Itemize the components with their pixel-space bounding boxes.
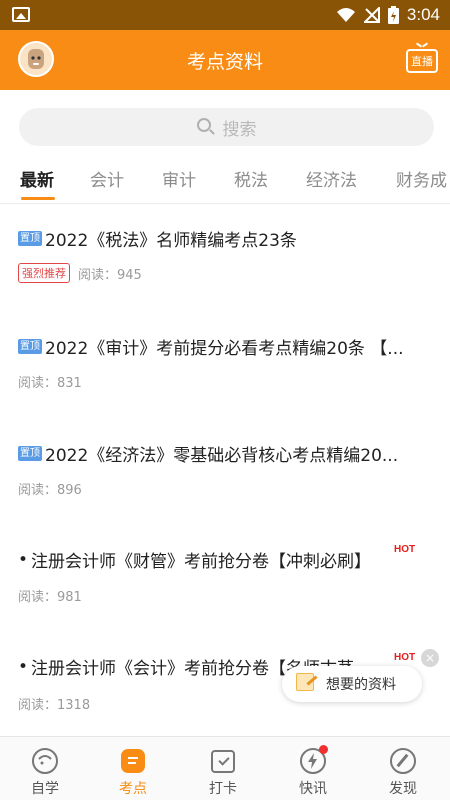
article-title-text: 2022《税法》名师精编考点23条	[45, 231, 297, 251]
hot-badge: HOT	[394, 544, 416, 555]
pin-badge: 置顶	[18, 339, 42, 354]
article-title-text: 2022《审计》考前提分必看考点精编20条 【...	[45, 339, 404, 359]
nav-label: 发现	[389, 781, 417, 797]
read-count: 阅读：981	[18, 590, 82, 605]
bottom-nav: 自学 考点 打卡 快讯 发现	[0, 736, 450, 800]
app-header: 考点资料 直播	[0, 30, 450, 90]
nav-item-exam-points[interactable]: 考点	[88, 737, 178, 801]
wanted-materials-button[interactable]: 想要的资料	[282, 666, 422, 702]
search-input[interactable]: 搜索	[19, 108, 434, 146]
bullet: •	[18, 656, 29, 677]
article-meta: 强烈推荐 阅读：945	[18, 263, 142, 283]
tab-economic-law[interactable]: 经济法	[306, 166, 357, 191]
tab-financial-cost[interactable]: 财务成	[396, 166, 447, 191]
article-title-text: 注册会计师《财管》考前抢分卷【冲刺必刷】	[31, 552, 372, 572]
self-study-icon	[31, 747, 59, 775]
exam-points-icon	[119, 747, 147, 775]
nav-item-news-flash[interactable]: 快讯	[268, 737, 358, 801]
image-notification-icon	[12, 7, 30, 22]
recommend-badge: 强烈推荐	[18, 263, 70, 283]
tab-active-indicator	[21, 197, 55, 200]
live-label: 直播	[411, 55, 433, 68]
nav-item-discover[interactable]: 发现	[358, 737, 448, 801]
article-meta: 阅读：831	[18, 372, 82, 391]
status-bar: 3:04	[0, 0, 450, 30]
read-count: 阅读：1318	[18, 698, 91, 713]
tab-audit[interactable]: 审计	[162, 166, 196, 191]
bullet: •	[18, 549, 29, 570]
discover-icon	[389, 747, 417, 775]
search-placeholder: 搜索	[222, 119, 257, 140]
notification-dot	[319, 745, 328, 754]
wifi-icon	[336, 8, 355, 22]
status-time: 3:04	[406, 5, 440, 24]
article-meta: 阅读：981	[18, 586, 82, 605]
category-tabs: 最新 会计 审计 税法 经济法 财务成	[0, 152, 450, 204]
nav-item-self-study[interactable]: 自学	[0, 737, 90, 801]
nav-label: 自学	[31, 781, 59, 797]
check-in-icon	[209, 747, 237, 775]
news-flash-icon	[299, 745, 328, 775]
list-item[interactable]: 置顶 2022《经济法》零基础必背核心考点精编20... 阅读：896	[0, 441, 450, 511]
hot-badge: HOT	[394, 652, 416, 663]
wanted-materials-label: 想要的资料	[326, 677, 396, 693]
article-meta: 阅读：896	[18, 479, 82, 498]
read-count: 阅读：945	[78, 267, 142, 283]
list-item[interactable]: 置顶 2022《税法》名师精编考点23条 强烈推荐 阅读：945	[0, 226, 450, 306]
tab-latest[interactable]: 最新	[20, 166, 54, 191]
article-title: • 注册会计师《财管》考前抢分卷【冲刺必刷】	[18, 547, 393, 573]
nav-item-check-in[interactable]: 打卡	[178, 737, 268, 801]
close-icon[interactable]: ×	[421, 649, 439, 667]
nav-label: 快讯	[299, 781, 327, 797]
article-title: 置顶 2022《审计》考前提分必看考点精编20条 【...	[18, 334, 423, 359]
pin-badge: 置顶	[18, 446, 42, 461]
status-icons: 3:04	[336, 0, 440, 30]
list-item[interactable]: 置顶 2022《审计》考前提分必看考点精编20条 【... 阅读：831	[0, 334, 450, 404]
battery-icon	[387, 6, 399, 24]
search-icon	[196, 118, 215, 136]
list-item[interactable]: • 注册会计师《财管》考前抢分卷【冲刺必刷】 HOT 阅读：981	[0, 544, 450, 617]
document-pen-icon	[292, 673, 318, 695]
article-title: 置顶 2022《税法》名师精编考点23条	[18, 226, 423, 251]
read-count: 阅读：831	[18, 376, 82, 391]
tab-tax-law[interactable]: 税法	[234, 166, 268, 191]
article-meta: 阅读：1318	[18, 694, 90, 713]
no-signal-icon	[363, 7, 380, 23]
nav-label: 考点	[119, 781, 147, 797]
article-title-text: 2022《经济法》零基础必背核心考点精编20...	[45, 446, 399, 466]
page-title: 考点资料	[186, 51, 263, 73]
tab-accounting[interactable]: 会计	[90, 166, 124, 191]
article-title: 置顶 2022《经济法》零基础必背核心考点精编20...	[18, 441, 423, 466]
read-count: 阅读：896	[18, 483, 82, 498]
live-button[interactable]: 直播	[406, 49, 438, 73]
nav-label: 打卡	[209, 781, 237, 797]
pin-badge: 置顶	[18, 231, 42, 246]
